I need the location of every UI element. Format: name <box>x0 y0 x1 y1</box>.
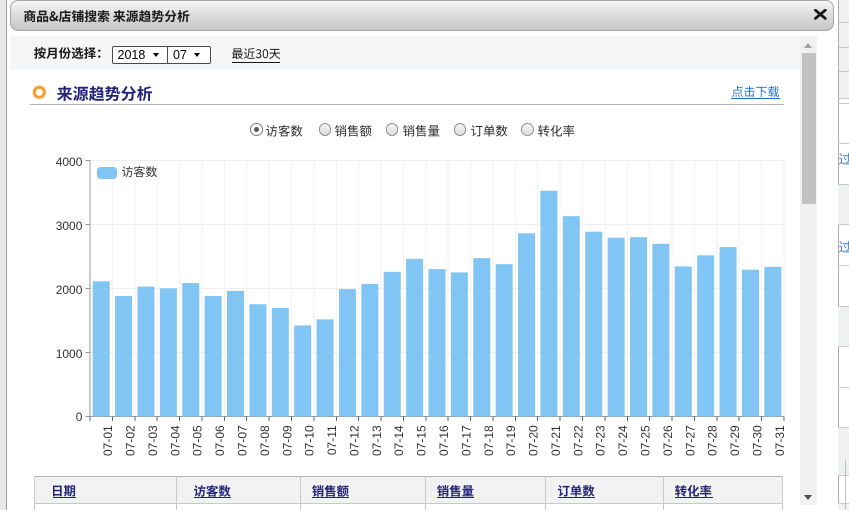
svg-text:07-17: 07-17 <box>459 425 473 456</box>
svg-text:07-19: 07-19 <box>504 425 518 456</box>
svg-text:3000: 3000 <box>56 219 83 233</box>
svg-text:4000: 4000 <box>56 155 83 169</box>
svg-text:07-08: 07-08 <box>258 425 272 456</box>
svg-text:1000: 1000 <box>56 347 83 361</box>
svg-text:07-06: 07-06 <box>213 425 227 456</box>
svg-text:07-13: 07-13 <box>370 425 384 456</box>
svg-text:07-10: 07-10 <box>303 425 317 456</box>
svg-text:07-11: 07-11 <box>325 425 339 455</box>
svg-text:07-16: 07-16 <box>437 425 451 456</box>
svg-text:07-03: 07-03 <box>146 425 160 456</box>
svg-text:07-30: 07-30 <box>750 425 764 456</box>
svg-text:07-04: 07-04 <box>168 425 182 456</box>
svg-text:07-05: 07-05 <box>191 425 205 456</box>
svg-text:07-07: 07-07 <box>236 425 250 456</box>
svg-text:07-24: 07-24 <box>616 425 630 456</box>
svg-text:07-31: 07-31 <box>773 425 787 456</box>
svg-text:07-15: 07-15 <box>415 425 429 456</box>
svg-text:07-21: 07-21 <box>549 425 563 456</box>
svg-text:07-29: 07-29 <box>728 425 742 456</box>
svg-text:07-25: 07-25 <box>638 425 652 456</box>
svg-text:07-23: 07-23 <box>594 425 608 456</box>
svg-text:07-14: 07-14 <box>392 425 406 456</box>
svg-text:07-27: 07-27 <box>683 425 697 456</box>
svg-text:07-22: 07-22 <box>571 425 585 456</box>
svg-text:07-12: 07-12 <box>347 425 361 456</box>
svg-text:0: 0 <box>76 410 83 424</box>
svg-text:2000: 2000 <box>56 283 83 297</box>
svg-text:07-18: 07-18 <box>482 425 496 456</box>
svg-text:07-28: 07-28 <box>706 425 720 456</box>
svg-text:07-09: 07-09 <box>280 425 294 456</box>
svg-text:07-02: 07-02 <box>124 425 138 456</box>
svg-text:07-26: 07-26 <box>661 425 675 456</box>
svg-text:07-01: 07-01 <box>101 425 115 456</box>
svg-text:07-20: 07-20 <box>527 425 541 456</box>
